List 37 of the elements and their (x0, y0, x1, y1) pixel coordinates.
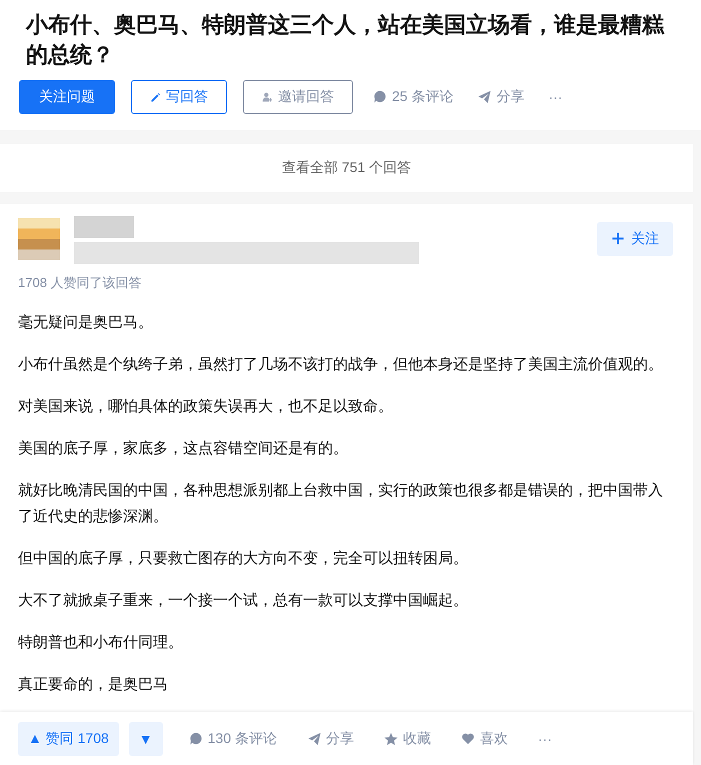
answer-paragraph: 对美国来说，哪怕具体的政策失误再大，也不足以致命。 (18, 397, 394, 417)
downvote-button[interactable]: ▼ (128, 722, 163, 756)
like-button[interactable]: 喜欢 (456, 730, 512, 748)
avatar[interactable] (18, 216, 60, 262)
upvote-count-note: 1708 人赞同了该回答 (18, 274, 143, 292)
write-answer-button[interactable]: 写回答 (131, 80, 227, 114)
favorite-button[interactable]: 收藏 (380, 730, 435, 748)
invite-answer-button[interactable]: 邀请回答 (243, 80, 353, 114)
follow-button[interactable]: 关注 (597, 222, 673, 256)
comment-icon (373, 90, 387, 104)
more-button[interactable]: ··· (534, 730, 556, 746)
question-title: 小布什、奥巴马、特朗普这三个人，站在美国立场看，谁是最糟糕的总统？ (26, 11, 666, 69)
plus-icon (611, 232, 625, 246)
answer-paragraph: 小布什虽然是个纨绔子弟，虽然打了几场不该打的战争，但他本身还是坚持了美国主流价值观的。 (18, 355, 664, 375)
paper-plane-icon (306, 732, 321, 746)
view-all-link[interactable]: 查看全部 751 个回答 (282, 159, 412, 177)
share-button[interactable]: 分享 (473, 88, 528, 106)
comment-icon (188, 732, 203, 746)
answer-paragraph: 特朗普也和小布什同理。 (18, 633, 184, 653)
pencil-icon (150, 90, 160, 104)
follow-question-button[interactable]: 关注问题 (19, 80, 115, 114)
answer-paragraph: 就好比晚清民国的中国，各种思想派别都上台救中国，实行的政策也很多都是错误的，把中国带入了近代史的悲惨深渊。 (18, 481, 664, 527)
star-icon (384, 732, 398, 746)
view-all-bar[interactable]: 查看全部 751 个回答 (0, 144, 693, 192)
more-button[interactable]: ··· (544, 89, 566, 105)
comments-button[interactable]: 25 条评论 (369, 88, 458, 106)
answer-paragraph: 大不了就掀桌子重来，一个接一个试，总有一款可以支撑中国崛起。 (18, 591, 469, 611)
comments-button[interactable]: 130 条评论 (184, 730, 281, 748)
answer-paragraph: 毫无疑问是奥巴马。 (18, 313, 154, 333)
paper-plane-icon (477, 90, 492, 104)
answer-paragraph: 但中国的底子厚，只要救亡图存的大方向不变，完全可以扭转困局。 (18, 549, 469, 569)
add-user-icon (262, 90, 272, 104)
answer-paragraph: 美国的底子厚，家底多，这点容错空间还是有的。 (18, 439, 349, 459)
answer-paragraph: 真正要命的，是奥巴马 (18, 675, 169, 695)
upvote-button[interactable]: ▲ 赞同 1708 (18, 722, 119, 756)
heart-icon (460, 732, 475, 746)
share-button[interactable]: 分享 (302, 730, 358, 748)
